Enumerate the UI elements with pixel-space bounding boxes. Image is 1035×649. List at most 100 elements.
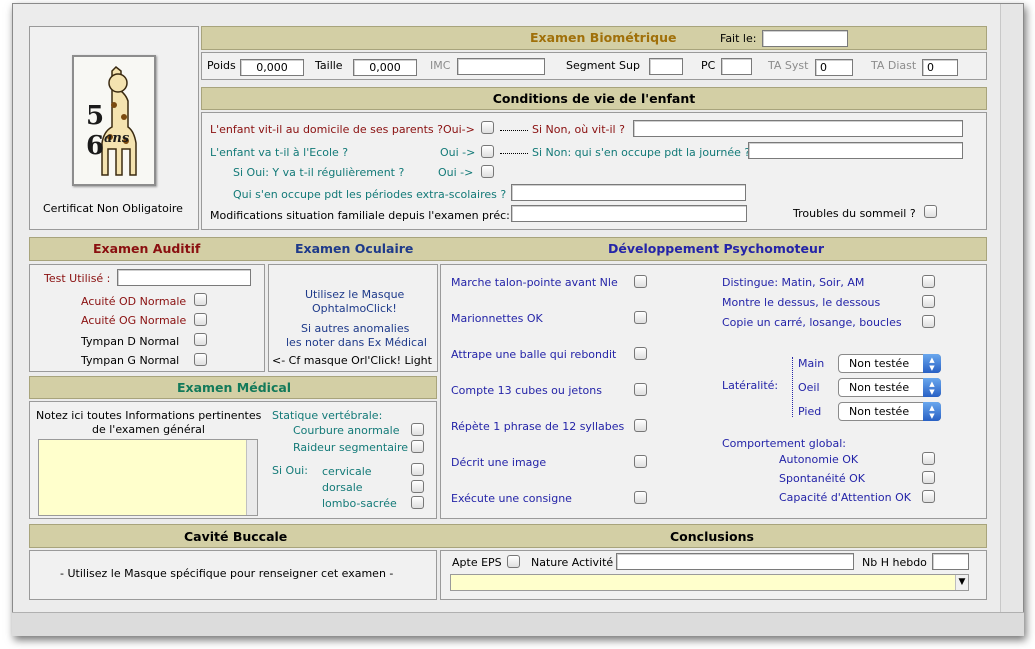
psycho-title: Développement Psychomoteur xyxy=(608,241,825,256)
q2-oui-label: Oui -> xyxy=(440,146,476,159)
oculaire-line-2: OphtalmoClick! xyxy=(312,302,397,315)
medical-notes-textarea[interactable] xyxy=(38,439,258,516)
acuite-og-checkbox[interactable] xyxy=(194,313,207,326)
psycho-right-label: Copie un carré, losange, boucles xyxy=(722,316,902,329)
ta-syst-label: TA Syst xyxy=(768,59,809,72)
dorsale-checkbox[interactable] xyxy=(411,480,424,493)
imc-label: IMC xyxy=(430,59,451,72)
q4-input[interactable] xyxy=(511,184,746,201)
lateralite-select-value: Non testée xyxy=(849,357,910,370)
medical-notes-scrollbar[interactable] xyxy=(246,440,257,515)
psycho-left-checkbox[interactable] xyxy=(634,347,647,360)
nature-activite-input[interactable] xyxy=(616,553,854,570)
comportement-checkbox[interactable] xyxy=(922,452,935,465)
conclusions-dropdown-button[interactable]: ▼ xyxy=(955,575,968,590)
psycho-left-checkbox[interactable] xyxy=(634,275,647,288)
q4-label: Qui s'en occupe pdt les périodes extra-s… xyxy=(233,188,507,201)
lateralite-select-value: Non testée xyxy=(849,381,910,394)
statique-label: Statique vertébrale: xyxy=(272,409,383,422)
taille-input[interactable]: 0,000 xyxy=(353,59,417,76)
ta-diast-label: TA Diast xyxy=(871,59,917,72)
nb-h-hebdo-input[interactable] xyxy=(932,553,969,570)
pc-input[interactable] xyxy=(721,58,752,75)
courbure-label: Courbure anormale xyxy=(293,424,400,437)
q1-sinon-input[interactable] xyxy=(633,120,963,137)
oculaire-line-5: <- Cf masque Orl'Click! Light xyxy=(272,354,432,367)
updown-arrows-icon: ▲ ▼ xyxy=(923,378,941,397)
giraffe-logo: 5 6 ans xyxy=(72,55,156,186)
q3-oui-checkbox[interactable] xyxy=(481,165,494,178)
comportement-item-label: Autonomie OK xyxy=(779,453,859,466)
q5-input[interactable] xyxy=(511,205,747,222)
q2-sinon-label: Si Non: qui s'en occupe pdt la journée ? xyxy=(532,146,751,159)
raideur-checkbox[interactable] xyxy=(411,440,424,453)
dorsale-label: dorsale xyxy=(322,481,363,494)
oculaire-title: Examen Oculaire xyxy=(295,241,414,256)
psycho-left-label: Compte 13 cubes ou jetons xyxy=(451,384,602,397)
acuite-od-checkbox[interactable] xyxy=(194,293,207,306)
logo-caption: Certificat Non Obligatoire xyxy=(43,202,183,215)
ta-syst-input[interactable]: 0 xyxy=(815,59,853,76)
chevron-down-icon: ▼ xyxy=(958,577,966,587)
psycho-left-label: Marche talon-pointe avant Nle xyxy=(451,276,618,289)
apte-eps-checkbox[interactable] xyxy=(507,555,520,568)
lombo-label: lombo-sacrée xyxy=(322,497,397,510)
lateralite-select[interactable]: Non testée ▲ ▼ xyxy=(838,402,941,421)
comportement-label: Comportement global: xyxy=(722,437,846,450)
q1-oui-checkbox[interactable] xyxy=(481,121,494,134)
q1-oui-label: Oui-> xyxy=(443,123,475,136)
sommeil-checkbox[interactable] xyxy=(924,205,937,218)
lateralite-label: Latéralité: xyxy=(722,379,779,392)
tympan-d-label: Tympan D Normal xyxy=(81,335,180,348)
nb-h-hebdo-label: Nb H hebdo xyxy=(862,556,927,569)
raideur-label: Raideur segmentaire xyxy=(293,441,409,454)
psycho-left-label: Décrit une image xyxy=(451,456,547,469)
lombo-checkbox[interactable] xyxy=(411,496,424,509)
psycho-left-checkbox[interactable] xyxy=(634,491,647,504)
q1-sinon-label: Si Non, où vit-il ? xyxy=(532,123,625,136)
lateralite-select-value: Non testée xyxy=(849,405,910,418)
tympan-d-checkbox[interactable] xyxy=(194,333,207,346)
psycho-left-checkbox[interactable] xyxy=(634,311,647,324)
test-utilise-label: Test Utilisé : xyxy=(44,272,111,285)
lateralite-item-label: Oeil xyxy=(798,381,820,394)
lateralite-select[interactable]: Non testée ▲ ▼ xyxy=(838,354,941,373)
psycho-left-checkbox[interactable] xyxy=(634,383,647,396)
updown-arrows-icon: ▲ ▼ xyxy=(923,354,941,373)
ta-diast-input[interactable]: 0 xyxy=(922,59,958,76)
segment-sup-input[interactable] xyxy=(649,58,683,75)
comportement-checkbox[interactable] xyxy=(922,490,935,503)
tympan-g-checkbox[interactable] xyxy=(194,353,207,366)
psycho-right-checkbox[interactable] xyxy=(922,275,935,288)
imc-input[interactable] xyxy=(457,58,545,75)
psycho-left-checkbox[interactable] xyxy=(634,455,647,468)
psycho-left-label: Répète 1 phrase de 12 syllabes xyxy=(451,420,625,433)
fait-le-input[interactable] xyxy=(762,30,848,47)
psycho-right-checkbox[interactable] xyxy=(922,315,935,328)
vertical-scrollbar[interactable] xyxy=(1000,4,1023,612)
acuite-og-label: Acuité OG Normale xyxy=(81,314,187,327)
conclusions-textarea[interactable] xyxy=(450,574,969,591)
window-bottom-bar xyxy=(12,612,1024,636)
conditions-header: Conditions de vie de l'enfant xyxy=(201,87,987,110)
poids-input[interactable]: 0,000 xyxy=(240,59,304,76)
updown-arrows-icon: ▲ ▼ xyxy=(923,402,941,421)
test-utilise-input[interactable] xyxy=(117,269,251,286)
cervicale-checkbox[interactable] xyxy=(411,463,424,476)
lateralite-select[interactable]: Non testée ▲ ▼ xyxy=(838,378,941,397)
psycho-left-checkbox[interactable] xyxy=(634,419,647,432)
comportement-checkbox[interactable] xyxy=(922,471,935,484)
psycho-right-checkbox[interactable] xyxy=(922,295,935,308)
courbure-checkbox[interactable] xyxy=(411,423,424,436)
fait-le-label: Fait le: xyxy=(720,32,757,45)
q2-oui-checkbox[interactable] xyxy=(481,145,494,158)
q3-oui-label: Oui -> xyxy=(438,166,474,179)
buccale-note: - Utilisez le Masque spécifique pour ren… xyxy=(60,567,394,580)
oculaire-line-3: Si autres anomalies xyxy=(301,322,410,335)
q2-dotline xyxy=(500,153,528,154)
auditif-title: Examen Auditif xyxy=(93,241,201,256)
q5-label: Modifications situation familiale depuis… xyxy=(210,209,510,222)
pc-label: PC xyxy=(701,59,716,72)
logo-ans: ans xyxy=(104,131,130,146)
q2-sinon-input[interactable] xyxy=(748,142,963,159)
